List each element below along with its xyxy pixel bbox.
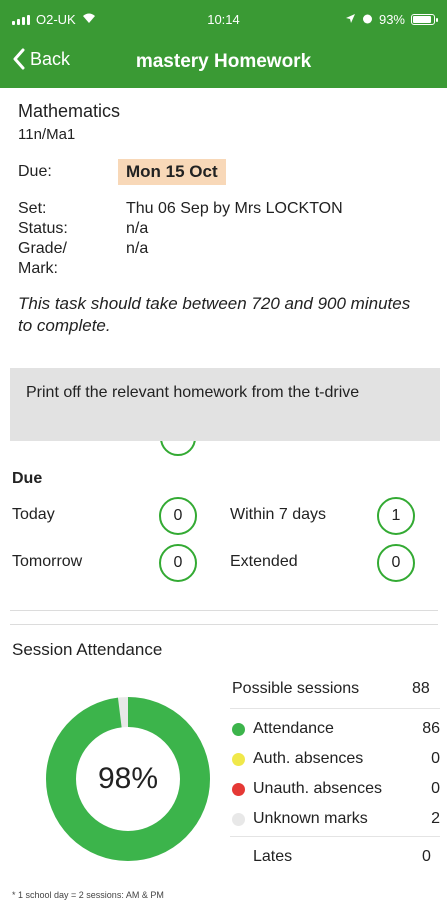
set-label: Set: <box>18 200 47 217</box>
grade-value: n/a <box>126 240 149 257</box>
within-7-days-label: Within 7 days <box>230 506 327 523</box>
status-label: Status: <box>18 220 68 237</box>
subject-name: Mathematics <box>18 101 121 121</box>
today-label: Today <box>12 506 55 523</box>
legend-value: 86 <box>422 720 440 737</box>
time-estimate-note: This task should take between 720 and 90… <box>18 294 411 335</box>
section-divider-2 <box>10 624 438 625</box>
set-row: Set: Thu 06 Sep by Mrs LOCKTON <box>18 199 428 219</box>
section-divider <box>10 610 438 611</box>
app-header: O2-UK 10:14 93% Back mastery Homework <box>0 0 447 88</box>
battery-icon <box>411 14 438 25</box>
legend-value: 0 <box>431 750 440 767</box>
grade-label-line1: Grade/ <box>18 240 67 257</box>
alarm-icon <box>362 12 373 27</box>
homework-detail: Mathematics 11n/Ma1 Due: Mon 15 Oct Set:… <box>18 100 428 337</box>
homework-description: Print off the relevant homework from the… <box>10 368 440 441</box>
due-summary-title: Due <box>12 470 43 487</box>
legend-divider-bottom <box>230 836 440 837</box>
possible-sessions-value: 88 <box>412 680 430 697</box>
attendance-percent: 98% <box>97 762 159 795</box>
legend-label: Attendance <box>253 720 334 737</box>
status-right: 93% <box>345 12 438 27</box>
grade-label-line2: Mark: <box>18 260 58 277</box>
legend-label: Auth. absences <box>253 750 364 767</box>
unauth-absence-dot-icon <box>232 782 245 796</box>
page-title: mastery Homework <box>135 51 312 72</box>
grade-label: Grade/ Mark: <box>18 239 126 279</box>
due-date: Mon 15 Oct <box>118 159 226 185</box>
legend-label: Unknown marks <box>253 810 368 827</box>
battery-percent: 93% <box>378 12 405 27</box>
tomorrow-label: Tomorrow <box>12 553 83 570</box>
status-bar: O2-UK 10:14 93% <box>0 0 447 34</box>
due-label: Due: <box>18 163 52 180</box>
grade-row: Grade/ Mark: n/a <box>18 239 428 279</box>
legend-value: 2 <box>431 810 440 827</box>
lates-label: Lates <box>253 848 293 865</box>
legend-unknown-marks: Unknown marks 2 <box>232 808 440 830</box>
extended-count[interactable]: 0 <box>377 544 415 582</box>
class-group: 11n/Ma1 <box>18 126 76 143</box>
attendance-title: Session Attendance <box>12 640 163 659</box>
legend-unauth-absences: Unauth. absences 0 <box>232 778 440 800</box>
location-icon <box>345 12 356 27</box>
lates-value: 0 <box>422 848 431 865</box>
status-value: n/a <box>126 220 149 237</box>
legend-attendance: Attendance 86 <box>232 718 440 740</box>
legend-value: 0 <box>431 780 440 797</box>
auth-absence-dot-icon <box>232 752 245 766</box>
status-row: Status: n/a <box>18 219 428 239</box>
today-count[interactable]: 0 <box>159 497 197 535</box>
set-value: Thu 06 Sep by Mrs LOCKTON <box>126 200 343 217</box>
legend-divider <box>230 708 440 709</box>
legend-label: Unauth. absences <box>253 780 382 797</box>
tomorrow-count[interactable]: 0 <box>159 544 197 582</box>
nav-bar: Back mastery Homework <box>0 38 447 88</box>
due-row: Due: Mon 15 Oct <box>18 159 428 185</box>
possible-sessions-label: Possible sessions <box>232 680 360 697</box>
within-7-days-count[interactable]: 1 <box>377 497 415 535</box>
unknown-marks-dot-icon <box>232 812 245 826</box>
attendance-dot-icon <box>232 722 245 736</box>
legend-auth-absences: Auth. absences 0 <box>232 748 440 770</box>
sessions-footnote: * 1 school day = 2 sessions: AM & PM <box>12 890 164 900</box>
extended-label: Extended <box>230 553 298 570</box>
